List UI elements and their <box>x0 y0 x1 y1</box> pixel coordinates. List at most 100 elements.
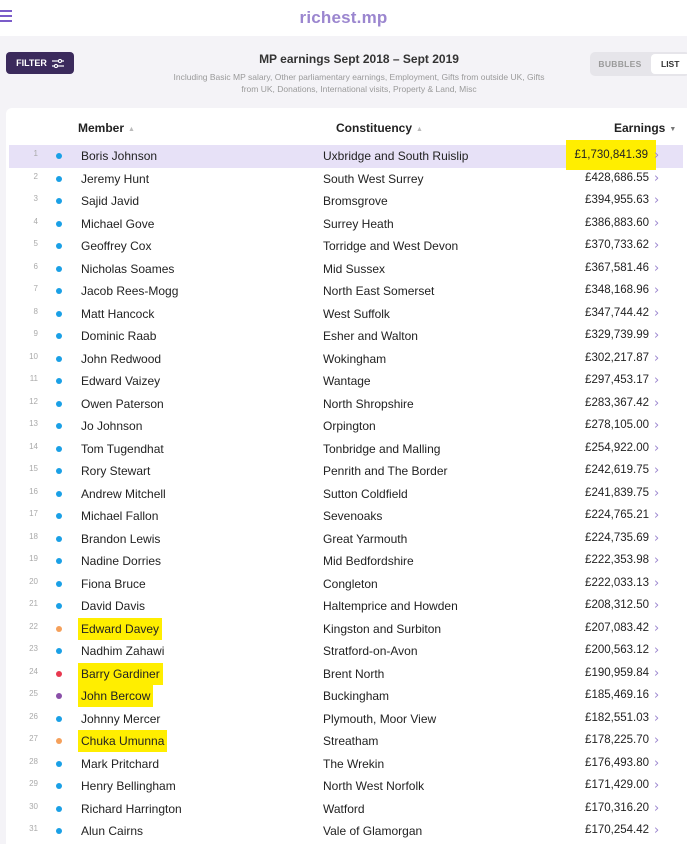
chevron-right-icon[interactable]: › <box>654 328 659 343</box>
chevron-right-icon[interactable]: › <box>654 373 659 388</box>
chevron-right-icon[interactable]: › <box>654 171 659 186</box>
table-row[interactable]: 3 Sajid Javid Bromsgrove £394,955.63 › <box>6 190 687 213</box>
chevron-right-icon[interactable]: › <box>654 643 659 658</box>
chevron-right-icon[interactable]: › <box>654 688 659 703</box>
table-row[interactable]: 24 Barry Gardiner Brent North £190,959.84 › <box>6 662 687 686</box>
chevron-right-icon[interactable]: › <box>654 441 659 456</box>
chevron-right-icon[interactable]: › <box>654 216 659 231</box>
chevron-right-icon[interactable]: › <box>654 823 659 838</box>
chevron-right-icon[interactable]: › <box>654 148 659 163</box>
constituency-column-header[interactable]: Constituency ▲ <box>336 121 423 135</box>
member-name[interactable]: Boris Johnson <box>81 149 157 163</box>
table-row[interactable]: 21 David Davis Haltemprice and Howden £208,… <box>6 595 687 618</box>
chevron-right-icon[interactable]: › <box>654 711 659 726</box>
table-row[interactable]: 26 Johnny Mercer Plymouth, Moor View £182,5… <box>6 708 687 731</box>
member-name[interactable]: John Bercow <box>78 685 154 707</box>
table-row[interactable]: 4 Michael Gove Surrey Heath £386,883.60 › <box>6 213 687 236</box>
member-name[interactable]: Johnny Mercer <box>81 712 160 726</box>
member-name[interactable]: Chuka Umunna <box>78 730 168 752</box>
chevron-right-icon[interactable]: › <box>654 418 659 433</box>
chevron-right-icon[interactable]: › <box>654 801 659 816</box>
chevron-right-icon[interactable]: › <box>654 531 659 546</box>
table-row[interactable]: 5 Geoffrey Cox Torridge and West Devon £370… <box>6 235 687 258</box>
earnings-column-header[interactable]: Earnings ▼ <box>614 121 676 135</box>
member-name[interactable]: John Redwood <box>81 352 161 366</box>
member-name[interactable]: Mark Pritchard <box>81 757 159 771</box>
member-name[interactable]: Brandon Lewis <box>81 532 160 546</box>
member-name[interactable]: Edward Vaizey <box>81 374 160 388</box>
chevron-right-icon[interactable]: › <box>654 666 659 681</box>
chevron-right-icon[interactable]: › <box>654 193 659 208</box>
member-name[interactable]: Henry Bellingham <box>81 779 176 793</box>
table-row[interactable]: 14 Tom Tugendhat Tonbridge and Malling £254… <box>6 438 687 461</box>
member-name[interactable]: Michael Fallon <box>81 509 158 523</box>
table-row[interactable]: 25 John Bercow Buckingham £185,469.16 › <box>6 685 687 708</box>
member-name[interactable]: Dominic Raab <box>81 329 156 343</box>
chevron-right-icon[interactable]: › <box>654 283 659 298</box>
chevron-right-icon[interactable]: › <box>654 621 659 636</box>
table-row[interactable]: 29 Henry Bellingham North West Norfolk £171… <box>6 775 687 798</box>
chevron-right-icon[interactable]: › <box>654 508 659 523</box>
table-row[interactable]: 9 Dominic Raab Esher and Walton £329,739.99… <box>6 325 687 348</box>
chevron-right-icon[interactable]: › <box>654 261 659 276</box>
chevron-right-icon[interactable]: › <box>654 756 659 771</box>
member-name[interactable]: Tom Tugendhat <box>81 442 164 456</box>
bubbles-view-button[interactable]: BUBBLES <box>590 52 650 76</box>
table-row[interactable]: 1 Boris Johnson Uxbridge and South Ruislip… <box>9 140 683 170</box>
chevron-right-icon[interactable]: › <box>654 486 659 501</box>
table-row[interactable]: 19 Nadine Dorries Mid Bedfordshire £222,353… <box>6 550 687 573</box>
member-name[interactable]: Michael Gove <box>81 217 154 231</box>
member-name[interactable]: Alun Cairns <box>81 824 143 838</box>
table-row[interactable]: 30 Richard Harrington Watford £170,316.20 › <box>6 798 687 821</box>
filter-button[interactable]: FILTER <box>6 52 74 74</box>
table-row[interactable]: 28 Mark Pritchard The Wrekin £176,493.80 › <box>6 753 687 776</box>
chevron-right-icon[interactable]: › <box>654 238 659 253</box>
list-view-button[interactable]: LIST <box>651 54 687 74</box>
chevron-right-icon[interactable]: › <box>654 598 659 613</box>
member-name[interactable]: Nicholas Soames <box>81 262 174 276</box>
table-row[interactable]: 17 Michael Fallon Sevenoaks £224,765.21 › <box>6 505 687 528</box>
table-row[interactable]: 20 Fiona Bruce Congleton £222,033.13 › <box>6 573 687 596</box>
table-row[interactable]: 8 Matt Hancock West Suffolk £347,744.42 › <box>6 303 687 326</box>
member-name[interactable]: Geoffrey Cox <box>81 239 151 253</box>
member-name[interactable]: Sajid Javid <box>81 194 139 208</box>
table-row[interactable]: 11 Edward Vaizey Wantage £297,453.17 › <box>6 370 687 393</box>
table-row[interactable]: 22 Edward Davey Kingston and Surbiton £207,… <box>6 617 687 641</box>
chevron-right-icon[interactable]: › <box>654 778 659 793</box>
member-name[interactable]: Matt Hancock <box>81 307 154 321</box>
chevron-right-icon[interactable]: › <box>654 396 659 411</box>
member-name[interactable]: Richard Harrington <box>81 802 182 816</box>
member-name[interactable]: David Davis <box>81 599 145 613</box>
table-row[interactable]: 6 Nicholas Soames Mid Sussex £367,581.46 › <box>6 258 687 281</box>
member-name[interactable]: Edward Davey <box>78 617 163 640</box>
table-row[interactable]: 27 Chuka Umunna Streatham £178,225.70 › <box>6 730 687 753</box>
member-name[interactable]: Rory Stewart <box>81 464 150 478</box>
member-column-header[interactable]: Member ▲ <box>78 121 135 135</box>
chevron-right-icon[interactable]: › <box>654 576 659 591</box>
member-name[interactable]: Andrew Mitchell <box>81 487 166 501</box>
table-row[interactable]: 10 John Redwood Wokingham £302,217.87 › <box>6 348 687 371</box>
chevron-right-icon[interactable]: › <box>654 553 659 568</box>
member-name[interactable]: Nadhim Zahawi <box>81 644 164 658</box>
table-row[interactable]: 15 Rory Stewart Penrith and The Border £242… <box>6 460 687 483</box>
table-row[interactable]: 31 Alun Cairns Vale of Glamorgan £170,254.4… <box>6 820 687 843</box>
member-name[interactable]: Nadine Dorries <box>81 554 161 568</box>
table-row[interactable]: 23 Nadhim Zahawi Stratford-on-Avon £200,563… <box>6 640 687 663</box>
member-name[interactable]: Barry Gardiner <box>78 662 163 685</box>
member-name[interactable]: Jo Johnson <box>81 419 142 433</box>
member-name[interactable]: Jeremy Hunt <box>81 172 149 186</box>
table-row[interactable]: 18 Brandon Lewis Great Yarmouth £224,735.69… <box>6 528 687 551</box>
table-row[interactable]: 12 Owen Paterson North Shropshire £283,367.… <box>6 393 687 416</box>
table-row[interactable]: 13 Jo Johnson Orpington £278,105.00 › <box>6 415 687 438</box>
member-name[interactable]: Owen Paterson <box>81 397 164 411</box>
chevron-right-icon[interactable]: › <box>654 463 659 478</box>
table-row[interactable]: 2 Jeremy Hunt South West Surrey £428,686.55… <box>6 168 687 191</box>
table-row[interactable]: 7 Jacob Rees-Mogg North East Somerset £348,… <box>6 280 687 303</box>
chevron-right-icon[interactable]: › <box>654 306 659 321</box>
site-logo[interactable]: richest.mp <box>0 8 687 28</box>
chevron-right-icon[interactable]: › <box>654 733 659 748</box>
member-name[interactable]: Fiona Bruce <box>81 577 146 591</box>
member-name[interactable]: Jacob Rees-Mogg <box>81 284 178 298</box>
table-row[interactable]: 16 Andrew Mitchell Sutton Coldfield £241,83… <box>6 483 687 506</box>
chevron-right-icon[interactable]: › <box>654 351 659 366</box>
